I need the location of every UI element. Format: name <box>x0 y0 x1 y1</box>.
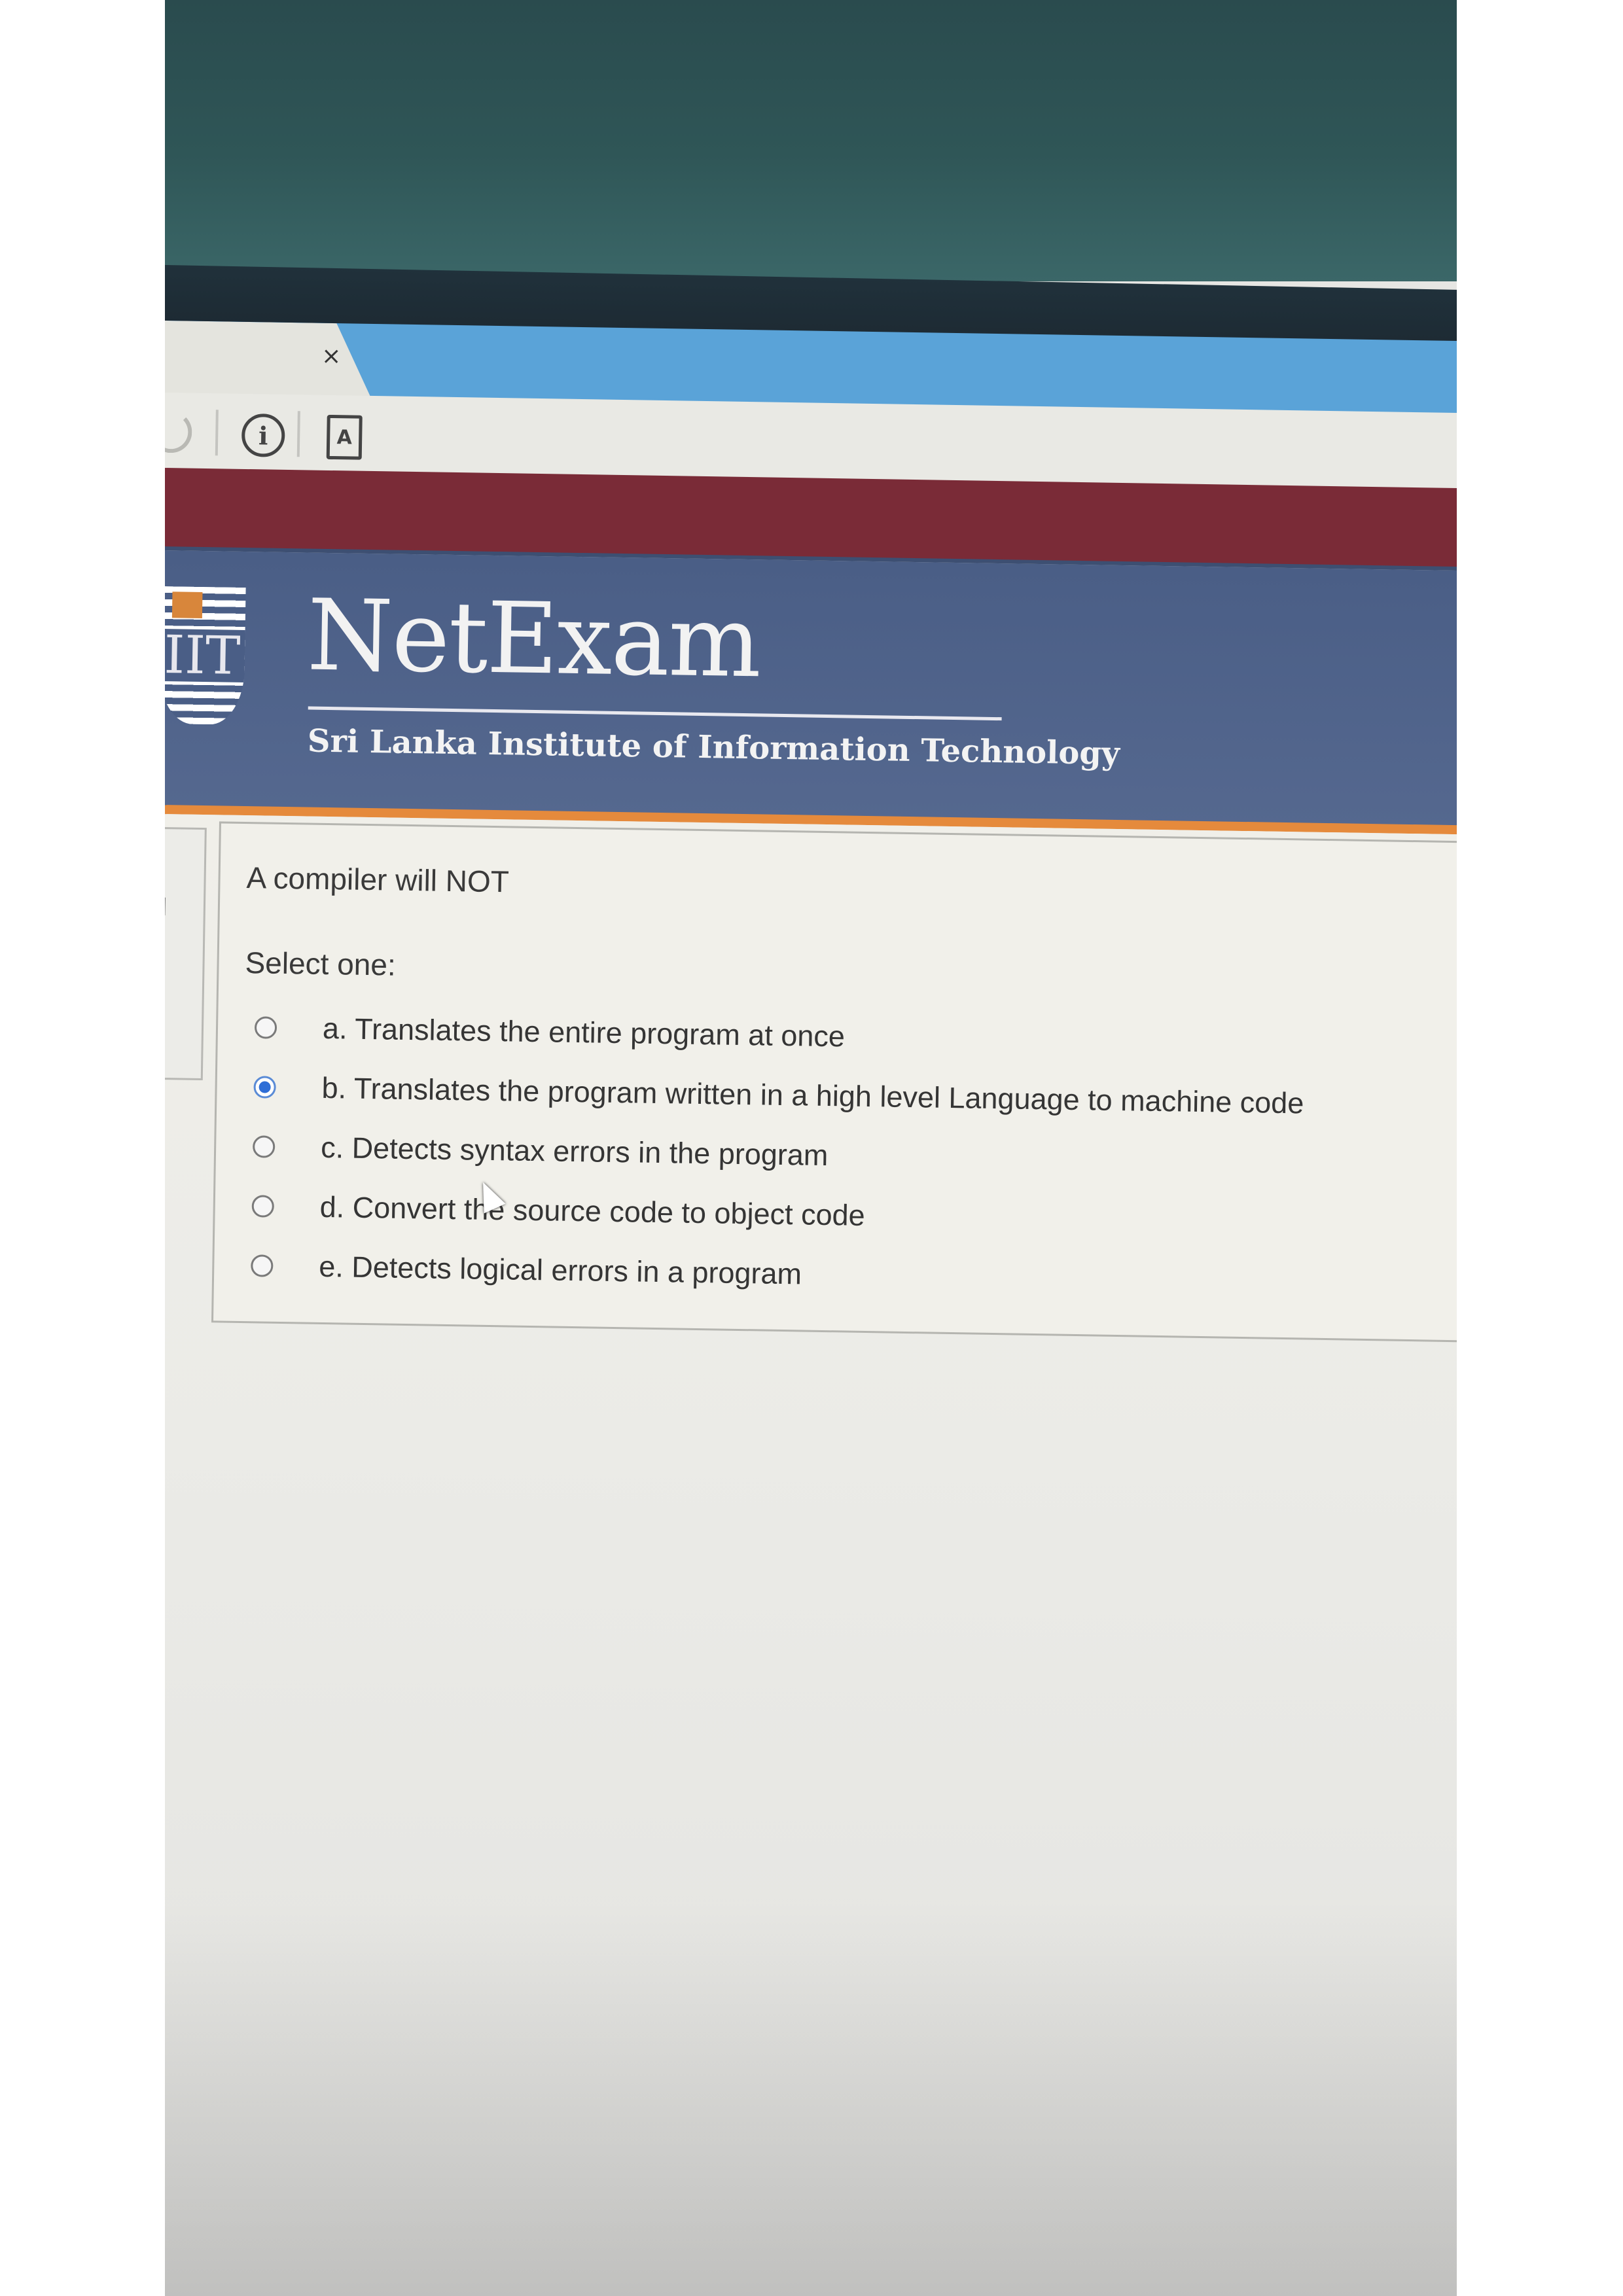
photo-frame: × i A IIT NetExam Sri Lanka Institute of… <box>165 0 1457 2296</box>
option-label[interactable]: e. Detects logical errors in a program <box>319 1249 802 1291</box>
radio-button[interactable] <box>252 1135 276 1158</box>
option-label[interactable]: a. Translates the entire program at once <box>323 1011 846 1053</box>
toolbar-divider <box>215 410 219 456</box>
logo-text: IIT <box>165 624 245 686</box>
toolbar-divider <box>296 411 300 457</box>
sliit-logo[interactable]: IIT <box>165 586 246 725</box>
radio-button[interactable] <box>254 1016 277 1039</box>
background-wall <box>165 0 1457 281</box>
question-info-panel: d 1 <box>165 826 207 1081</box>
option-label[interactable]: c. Detects syntax errors in the program <box>321 1130 829 1172</box>
question-text: A compiler will NOT <box>246 860 510 899</box>
site-subtitle: Sri Lanka Institute of Information Techn… <box>307 722 1120 772</box>
close-tab-icon[interactable]: × <box>321 343 342 370</box>
answer-options: a. Translates the entire program at once… <box>247 997 1457 1314</box>
option-label[interactable]: b. Translates the program written in a h… <box>321 1070 1304 1120</box>
radio-button-selected[interactable] <box>253 1075 276 1099</box>
document-icon[interactable]: A <box>326 414 363 460</box>
option-label[interactable]: d. Convert the source code to object cod… <box>319 1190 865 1232</box>
select-prompt: Select one: <box>245 945 397 982</box>
site-title: NetExam <box>306 578 761 700</box>
logo-emblem <box>171 592 203 618</box>
radio-button[interactable] <box>251 1254 274 1277</box>
reload-icon[interactable] <box>165 410 192 453</box>
screen: × i A IIT NetExam Sri Lanka Institute of… <box>165 321 1457 2296</box>
browser-tab[interactable] <box>165 321 374 402</box>
question-card: A compiler will NOT Select one: a. Trans… <box>211 821 1457 1343</box>
radio-button[interactable] <box>251 1194 275 1218</box>
info-icon[interactable]: i <box>241 413 285 457</box>
main-content: d 1 A compiler will NOT Select one: a. T… <box>165 813 1457 2296</box>
panel-text: d <box>165 894 168 922</box>
title-rule <box>308 706 1002 721</box>
site-header: IIT NetExam Sri Lanka Institute of Infor… <box>165 546 1457 830</box>
